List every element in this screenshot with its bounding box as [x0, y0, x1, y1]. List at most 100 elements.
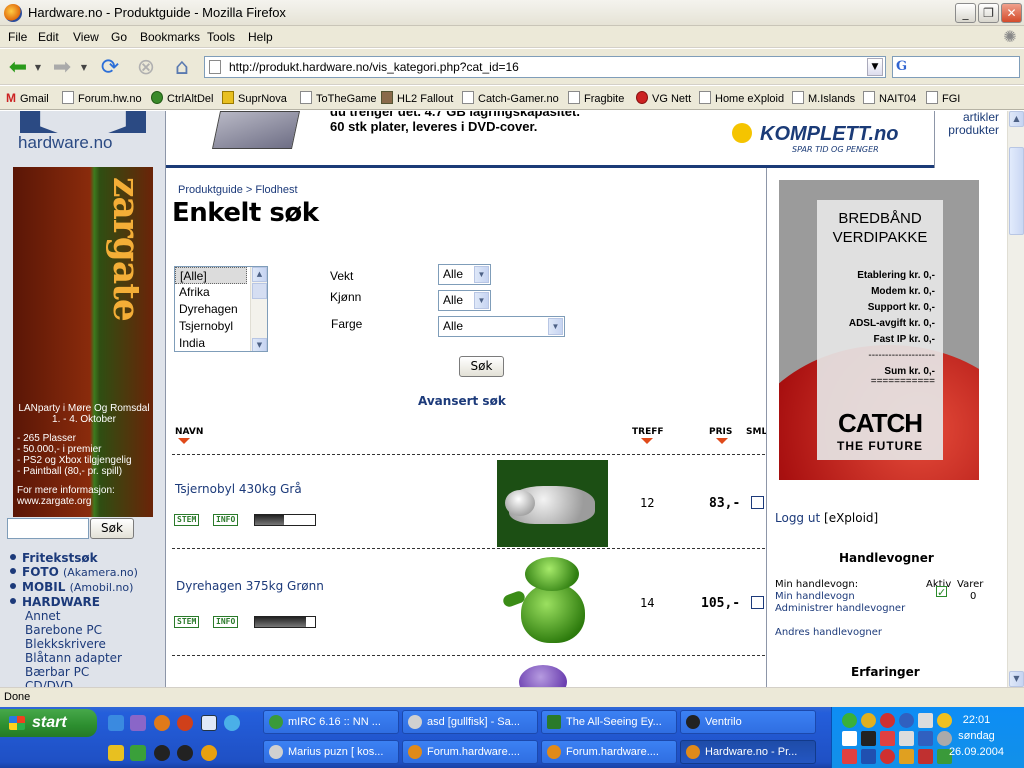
url-bar[interactable]: http://produkt.hardware.no/vis_kategori.… [204, 56, 886, 78]
product-image[interactable] [497, 460, 608, 547]
nav-sub-cddvd[interactable]: CD/DVD [10, 679, 160, 687]
menu-bookmarks[interactable]: Bookmarks [140, 30, 200, 44]
ie-icon[interactable] [108, 715, 124, 731]
site-logo[interactable]: hardware.no [18, 133, 113, 153]
forward-history-icon[interactable]: ▼ [78, 53, 90, 81]
close-button[interactable]: ✕ [1001, 3, 1022, 23]
back-icon[interactable]: ⬅ [4, 53, 32, 81]
menu-edit[interactable]: Edit [38, 30, 59, 44]
menu-file[interactable]: File [8, 30, 27, 44]
search-bar[interactable]: G [892, 56, 1020, 78]
active-check-icon[interactable]: ✓ [936, 586, 947, 598]
home-icon[interactable]: ⌂ [168, 53, 196, 81]
catch-ad[interactable]: BREDBÅND VERDIPAKKE Etablering kr. 0,- M… [779, 180, 979, 480]
scroll-thumb[interactable] [1009, 147, 1024, 235]
bookmark-suprnova[interactable]: SuprNova [222, 91, 287, 105]
tray-icon[interactable] [861, 749, 876, 764]
tray-icon[interactable] [899, 749, 914, 764]
breadcrumb-produktguide[interactable]: Produktguide [178, 184, 243, 196]
my-cart-link[interactable]: Min handlevogn [775, 591, 855, 602]
column-navn[interactable]: NAVN [175, 427, 203, 444]
nav-foto[interactable]: FOTO (Akamera.no) [10, 565, 160, 580]
info-button[interactable]: INFO [213, 514, 239, 526]
bookmark-ctrlaltdel[interactable]: CtrlAltDel [151, 91, 213, 105]
scroll-down-icon[interactable]: ▼ [252, 338, 267, 351]
logout-link[interactable]: Logg ut [eXploid] [775, 511, 878, 525]
task-hardware-no[interactable]: Hardware.no - Pr... [680, 740, 816, 764]
region-listbox[interactable]: [Alle] Afrika Dyrehagen Tsjernobyl India… [174, 266, 268, 352]
tray-icon[interactable] [918, 713, 933, 728]
tray-icon[interactable] [899, 731, 914, 746]
bookmark-fgi[interactable]: FGI [926, 91, 960, 105]
komplett-banner[interactable]: du trenger det. 4.7 GB lagringskapasitet… [166, 111, 934, 168]
url-dropdown-icon[interactable]: ▼ [867, 58, 883, 76]
reload-icon[interactable]: ⟳ [96, 53, 124, 81]
tray-icon[interactable] [842, 713, 857, 728]
headset2-quicklaunch-icon[interactable] [177, 745, 193, 761]
stem-button[interactable]: STEM [174, 616, 200, 628]
column-treff[interactable]: TREFF [632, 427, 664, 444]
stem-button[interactable]: STEM [174, 514, 200, 526]
product-name-link[interactable]: Dyrehagen 375kg Grønn [176, 579, 324, 593]
scroll-down-icon[interactable]: ▼ [1009, 671, 1024, 687]
scroll-thumb[interactable] [252, 283, 267, 299]
product-image[interactable] [511, 659, 571, 687]
task-forum-2[interactable]: Forum.hardware.... [541, 740, 677, 764]
bookmark-nait04[interactable]: NAIT04 [863, 91, 916, 105]
zargate-ad[interactable]: zargate LANparty i Møre Og Romsdal 1. - … [13, 167, 153, 517]
bookmark-home-exploid[interactable]: Home eXploid [699, 91, 784, 105]
menu-go[interactable]: Go [111, 30, 127, 44]
listbox-option[interactable]: [Alle] [175, 267, 247, 284]
headset-quicklaunch-icon[interactable] [154, 745, 170, 761]
nav-fritekstsok[interactable]: Fritekstsøk [10, 551, 160, 565]
pencil-quicklaunch-icon[interactable] [108, 745, 124, 761]
window-quicklaunch-icon[interactable] [201, 715, 217, 731]
left-search-input[interactable] [7, 518, 89, 539]
scroll-up-icon[interactable]: ▲ [1009, 111, 1024, 127]
sort-arrow-icon[interactable] [716, 438, 728, 444]
tray-icon[interactable] [880, 731, 895, 746]
scroll-up-icon[interactable]: ▲ [252, 267, 267, 282]
tray-icon[interactable] [861, 713, 876, 728]
compare-checkbox[interactable] [751, 596, 764, 609]
other-carts-link[interactable]: Andres handlevogner [775, 627, 882, 638]
clock[interactable]: 22:01 søndag 26.09.2004 [949, 712, 1004, 760]
right-banner-text[interactable]: artikler produkter [948, 111, 999, 137]
url-text[interactable]: http://produkt.hardware.no/vis_kategori.… [229, 60, 519, 74]
bookmark-vg-nett[interactable]: VG Nett [636, 91, 691, 105]
nav-sub-blekkskrivere[interactable]: Blekkskrivere [10, 637, 160, 651]
breadcrumb-flodhest[interactable]: Flodhest [255, 184, 297, 196]
tray-icon[interactable] [842, 731, 857, 746]
nav-sub-blatann[interactable]: Blåtann adapter [10, 651, 160, 665]
product-name-link[interactable]: Tsjernobyl 430kg Grå [175, 482, 302, 496]
bookmark-catch-gamer[interactable]: Catch-Gamer.no [462, 91, 559, 105]
nav-sub-barebone[interactable]: Barebone PC [10, 623, 160, 637]
search-button[interactable]: Søk [459, 356, 504, 377]
network-quicklaunch-icon[interactable] [224, 715, 240, 731]
back-history-icon[interactable]: ▼ [32, 53, 44, 81]
menu-tools[interactable]: Tools [207, 30, 235, 44]
left-search-button[interactable]: Søk [90, 518, 134, 539]
minimize-button[interactable]: _ [955, 3, 976, 23]
app-quicklaunch-icon[interactable] [177, 715, 193, 731]
column-pris[interactable]: PRIS [709, 427, 732, 444]
advanced-search-link[interactable]: Avansert søk [418, 394, 506, 408]
tray-icon[interactable] [880, 713, 895, 728]
task-allseeing[interactable]: The All-Seeing Ey... [541, 710, 677, 734]
tray-icon[interactable] [918, 731, 933, 746]
media-quicklaunch-icon[interactable] [201, 745, 217, 761]
bookmark-hl2-fallout[interactable]: HL2 Fallout [381, 91, 453, 105]
green-quicklaunch-icon[interactable] [130, 745, 146, 761]
listbox-scrollbar[interactable]: ▲ ▼ [250, 267, 267, 351]
sort-arrow-icon[interactable] [641, 438, 653, 444]
bookmark-forum-hw[interactable]: Forum.hw.no [62, 91, 142, 105]
menu-view[interactable]: View [73, 30, 99, 44]
vekt-select[interactable]: Alle ▼ [438, 264, 491, 285]
bookmark-fragbite[interactable]: Fragbite [568, 91, 624, 105]
menu-help[interactable]: Help [248, 30, 273, 44]
bookmark-gmail[interactable]: M Gmail [6, 91, 49, 105]
google-icon[interactable]: G [896, 59, 907, 74]
tray-icon[interactable] [899, 713, 914, 728]
page-scrollbar[interactable]: ▲ ▼ [1007, 111, 1024, 687]
sort-arrow-icon[interactable] [178, 438, 190, 444]
